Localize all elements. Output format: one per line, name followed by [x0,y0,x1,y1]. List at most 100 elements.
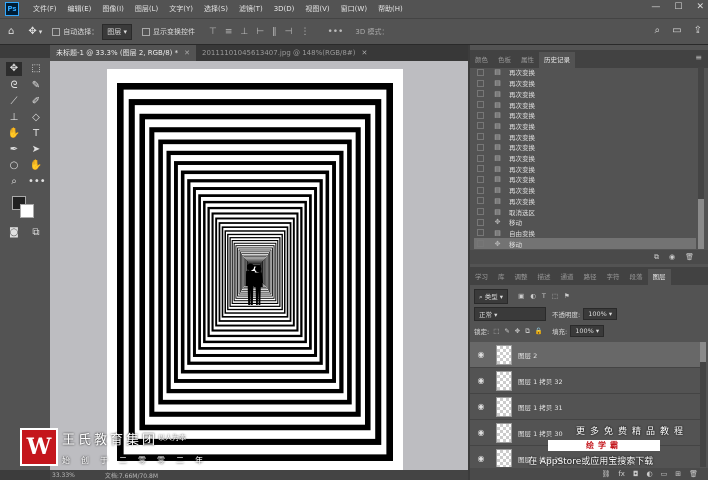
menu-file[interactable]: 文件(F) [33,4,57,14]
history-brush-source-checkbox[interactable] [477,208,484,216]
history-brush-source-checkbox[interactable] [477,218,484,226]
history-item[interactable]: ✥ 移动 [474,217,696,228]
eraser-tool-icon[interactable]: ◇ [28,111,44,125]
snapshot-from-state-icon[interactable]: ⧉ [654,253,659,262]
home-icon[interactable]: ⌂ [8,26,14,37]
zoom-tool-icon[interactable]: ⌕ [6,175,22,189]
menu-select[interactable]: 选择(S) [204,4,228,14]
tab-libraries[interactable]: 库 [493,269,510,285]
minimize-icon[interactable]: — [651,2,660,12]
tab-swatches[interactable]: 色板 [493,52,516,68]
history-brush-source-checkbox[interactable] [477,133,484,141]
history-brush-source-checkbox[interactable] [477,229,484,237]
menu-filter[interactable]: 滤镜(T) [239,4,263,14]
tab-layers[interactable]: 图层 [647,269,671,285]
history-item[interactable]: ▤ 再次变换 [474,78,696,89]
more-tools-icon[interactable]: ••• [28,175,46,189]
tab-paragraph[interactable]: 段落 [625,269,648,285]
background-color-swatch[interactable] [20,204,34,218]
menu-3d[interactable]: 3D(D) [274,5,295,13]
history-item[interactable]: ▤ 自由变换 [474,228,696,239]
close-tab-icon[interactable]: ✕ [184,49,190,57]
dodge-tool-icon[interactable]: ✋ [6,127,22,141]
history-item[interactable]: ▤ 再次变换 [474,88,696,99]
history-item[interactable]: ▤ 再次变换 [474,174,696,185]
menu-layer[interactable]: 图层(L) [135,4,158,14]
lasso-tool-icon[interactable]: ᘓ [6,79,22,93]
hand-tool-icon[interactable]: ✋ [28,159,44,173]
shape-tool-icon[interactable]: ○ [6,159,22,173]
trash-icon[interactable]: 🗑 [685,253,694,261]
history-item[interactable]: ▤ 再次变换 [474,99,696,110]
layer-row[interactable]: ◉ 图层 1 拷贝 32 [470,368,700,394]
history-brush-source-checkbox[interactable] [477,79,484,87]
tab-description[interactable]: 描述 [533,269,556,285]
show-transform-checkbox[interactable] [142,27,151,36]
history-brush-source-checkbox[interactable] [477,122,484,130]
menu-view[interactable]: 视图(V) [305,4,329,14]
tab-adjustments[interactable]: 调整 [510,269,533,285]
history-brush-source-checkbox[interactable] [477,68,484,76]
fill-input[interactable]: 100% ▾ [570,325,605,337]
tab-history[interactable]: 历史记录 [539,52,575,68]
auto-select-checkbox[interactable] [52,27,61,36]
quick-mask-icon[interactable]: ◙ [6,226,22,240]
move-tool-icon[interactable]: ✥ [6,62,22,76]
eye-icon[interactable]: ◉ [474,376,488,385]
history-item[interactable]: ▤ 再次变换 [474,110,696,121]
history-brush-source-checkbox[interactable] [477,165,484,173]
eye-icon[interactable]: ◉ [474,402,488,411]
workspace-icon[interactable]: ▭ [672,25,681,36]
align-top-icon[interactable]: ⊤ [209,27,217,37]
scrollbar-thumb[interactable] [698,199,704,249]
align-left-icon[interactable]: ⊢ [256,27,264,37]
pen-tool-icon[interactable]: ✒ [6,143,22,157]
tab-jpg-image[interactable]: 20111101045613407.jpg @ 148%(RGB/8#) ✕ [196,45,373,61]
layer-filter-dropdown[interactable]: ⌕ 类型 ▾ [474,288,509,304]
zoom-level[interactable]: 33.33% [52,472,75,479]
align-bottom-icon[interactable]: ⊥ [240,27,248,37]
history-brush-source-checkbox[interactable] [477,186,484,194]
history-item[interactable]: ▤ 取消选区 [474,206,696,217]
align-center-icon[interactable]: ‖ [272,27,277,37]
align-right-icon[interactable]: ⊣ [285,27,293,37]
layer-row[interactable]: ◉ 图层 1 拷贝 31 [470,394,700,420]
menu-help[interactable]: 帮助(H) [378,4,403,14]
tab-untitled-1[interactable]: 未标题-1 @ 33.3% (图层 2, RGB/8) * ✕ [50,45,196,61]
history-brush-source-checkbox[interactable] [477,197,484,205]
menu-window[interactable]: 窗口(W) [341,4,367,14]
eye-icon[interactable]: ◉ [474,454,488,463]
stamp-tool-icon[interactable]: ⊥ [6,111,22,125]
history-brush-source-checkbox[interactable] [477,143,484,151]
history-item[interactable]: ▤ 再次变换 [474,67,696,78]
distribute-icon[interactable]: ⋮ [300,27,309,37]
filter-icons[interactable]: ▣◐T⬚⚑ [518,292,576,300]
tab-channels[interactable]: 通道 [556,269,579,285]
document-canvas[interactable] [50,61,468,470]
blend-mode-dropdown[interactable]: 正常 ▾ [474,307,546,321]
share-icon[interactable]: ⇪ [694,25,702,36]
history-item[interactable]: ▤ 再次变换 [474,185,696,196]
history-scrollbar[interactable] [698,67,704,249]
history-brush-source-checkbox[interactable] [477,240,484,248]
history-brush-source-checkbox[interactable] [477,111,484,119]
history-brush-source-checkbox[interactable] [477,175,484,183]
type-tool-icon[interactable]: T [28,127,44,141]
brush-tool-icon[interactable]: ✐ [28,95,44,109]
eyedropper-tool-icon[interactable]: ⟋ [6,95,22,109]
lock-icons[interactable]: ⬚✎✥⧉🔒 [493,327,548,336]
history-brush-source-checkbox[interactable] [477,90,484,98]
auto-select-dropdown[interactable]: 图层 ▾ [102,23,133,40]
history-brush-source-checkbox[interactable] [477,101,484,108]
layer-row[interactable]: ◉ 图层 2 [470,342,700,368]
marquee-tool-icon[interactable]: ⬚ [28,62,44,76]
history-item[interactable]: ▤ 再次变换 [474,131,696,142]
screen-mode-icon[interactable]: ⧉ [28,226,44,240]
photoshop-logo-icon[interactable]: Ps [5,2,19,16]
menu-type[interactable]: 文字(Y) [169,4,193,14]
path-select-tool-icon[interactable]: ➤ [28,143,44,157]
menu-image[interactable]: 图像(I) [102,4,124,14]
tab-learn[interactable]: 学习 [470,269,493,285]
search-icon[interactable]: ⌕ [655,25,661,36]
history-item[interactable]: ▤ 再次变换 [474,153,696,164]
